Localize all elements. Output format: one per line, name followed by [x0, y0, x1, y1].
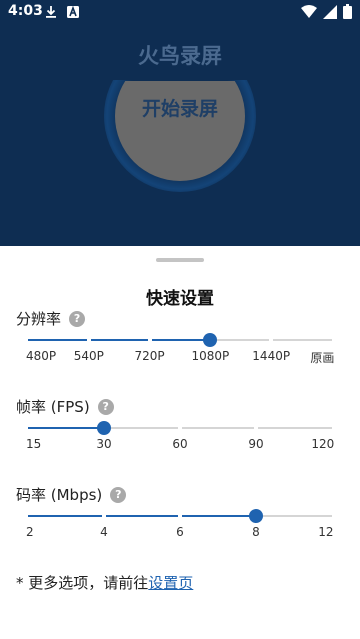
- download-icon: [46, 6, 56, 18]
- slider-thumb[interactable]: [97, 421, 111, 435]
- tick-label: 1440P: [252, 349, 291, 363]
- slider-tick: [178, 514, 182, 518]
- resolution-label: 分辨率: [16, 310, 62, 328]
- tick-label: 60: [172, 437, 188, 451]
- status-right: [301, 4, 352, 19]
- drag-handle[interactable]: [156, 258, 204, 262]
- help-icon[interactable]: ?: [69, 310, 86, 327]
- tick-label: 4: [100, 525, 108, 539]
- footnote-text: * 更多选项，请前往: [16, 574, 149, 592]
- slider-fill: [28, 427, 104, 429]
- fps-label-row: 帧率 (FPS) ?: [16, 396, 114, 417]
- slider-thumb[interactable]: [249, 509, 263, 523]
- footnote: * 更多选项，请前往设置页: [16, 572, 193, 593]
- slider-fill: [28, 515, 256, 517]
- tick-label: 6: [176, 525, 184, 539]
- slider-tick: [269, 338, 274, 342]
- battery-icon: [343, 4, 352, 19]
- slider-fill: [28, 339, 211, 341]
- slider-tick: [147, 338, 152, 342]
- settings-page-link[interactable]: 设置页: [148, 574, 193, 592]
- slider-tick: [86, 338, 91, 342]
- tick-label: 720P: [134, 349, 165, 363]
- tick-label: 1080P: [191, 349, 230, 363]
- bitrate-label: 码率 (Mbps): [16, 486, 103, 504]
- tick-label: 12: [318, 525, 334, 539]
- help-icon[interactable]: ?: [110, 486, 127, 503]
- slider-thumb[interactable]: [203, 333, 218, 347]
- signal-icon: [323, 4, 337, 19]
- help-icon[interactable]: ?: [97, 398, 114, 415]
- slider-tick: [178, 426, 182, 430]
- fps-label: 帧率 (FPS): [16, 398, 90, 416]
- bitrate-slider[interactable]: [28, 506, 332, 526]
- slider-tick: [254, 426, 258, 430]
- resolution-label-row: 分辨率 ?: [16, 308, 86, 329]
- bitrate-tick-labels: 2 4 6 8 12: [0, 525, 360, 541]
- tick-label: 120: [311, 437, 335, 451]
- record-button-label[interactable]: 开始录屏: [115, 94, 245, 121]
- status-time: 4:03: [8, 3, 43, 19]
- resolution-tick-labels: 480P 540P 720P 1080P 1440P 原画: [0, 349, 360, 365]
- fps-tick-labels: 15 30 60 90 120: [0, 437, 360, 453]
- tick-label: 480P: [26, 349, 57, 363]
- tick-label: 15: [26, 437, 42, 451]
- status-bar: 4:03: [0, 0, 360, 24]
- wifi-icon: [301, 4, 317, 18]
- quick-settings-sheet: 快速设置 分辨率 ? 480P 540P 720P 1080P 1440P 原画 帧率 (…: [0, 246, 360, 639]
- app-title: 火鸟录屏: [138, 44, 222, 68]
- resolution-slider[interactable]: [28, 330, 332, 350]
- tick-label: 原画: [310, 351, 335, 365]
- sheet-title: 快速设置: [146, 289, 214, 309]
- tick-label: 2: [26, 525, 34, 539]
- tick-label: 30: [96, 437, 112, 451]
- slider-tick: [102, 514, 106, 518]
- tick-label: 8: [252, 525, 260, 539]
- a-box-icon: [67, 5, 79, 18]
- tick-label: 90: [248, 437, 264, 451]
- tick-label: 540P: [73, 349, 104, 363]
- bitrate-label-row: 码率 (Mbps) ?: [16, 484, 127, 505]
- fps-slider[interactable]: [28, 418, 332, 438]
